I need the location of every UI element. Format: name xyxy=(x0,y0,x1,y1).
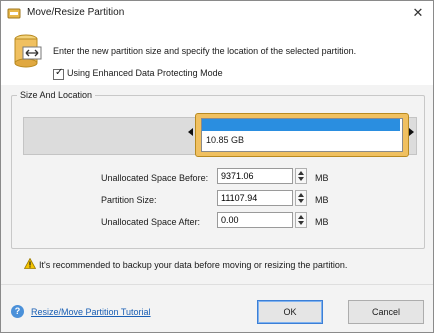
tutorial-link[interactable]: Resize/Move Partition Tutorial xyxy=(31,307,151,317)
instruction-text: Enter the new partition size and specify… xyxy=(53,46,357,56)
group-title: Size And Location xyxy=(17,90,96,100)
unallocated-before-input[interactable] xyxy=(217,168,293,184)
partition-used-fill xyxy=(202,119,400,131)
unallocated-before-label: Unallocated Space Before: xyxy=(101,173,209,183)
spin-down-icon[interactable] xyxy=(298,199,304,203)
partition-size-label-text: Partition Size: xyxy=(101,195,157,205)
close-icon[interactable]: ✕ xyxy=(409,4,427,22)
spin-up-icon[interactable] xyxy=(298,171,304,175)
left-handle-icon[interactable] xyxy=(188,128,193,136)
unallocated-before-stepper[interactable] xyxy=(295,168,307,184)
unallocated-before-unit: MB xyxy=(315,173,329,183)
right-handle-icon[interactable] xyxy=(409,128,414,136)
window-title: Move/Resize Partition xyxy=(27,7,125,18)
move-resize-dialog: Move/Resize Partition ✕ Enter the new pa… xyxy=(0,0,434,333)
unallocated-after-stepper[interactable] xyxy=(295,212,307,228)
backup-warning-text: It's recommended to backup your data bef… xyxy=(39,260,348,270)
spin-down-icon[interactable] xyxy=(298,221,304,225)
partition-size-label: 10.85 GB xyxy=(206,135,245,145)
warning-icon xyxy=(24,258,36,269)
unallocated-after-label: Unallocated Space After: xyxy=(101,217,201,227)
partition-size-unit: MB xyxy=(315,195,329,205)
title-bar: Move/Resize Partition ✕ xyxy=(1,1,433,25)
ok-button[interactable]: OK xyxy=(257,300,323,324)
spin-up-icon[interactable] xyxy=(298,215,304,219)
spin-up-icon[interactable] xyxy=(298,193,304,197)
app-icon xyxy=(7,8,21,19)
cancel-button[interactable]: Cancel xyxy=(348,300,424,324)
partition-size-input[interactable] xyxy=(217,190,293,206)
spin-down-icon[interactable] xyxy=(298,177,304,181)
data-protect-label[interactable]: Using Enhanced Data Protecting Mode xyxy=(67,68,223,78)
footer-divider xyxy=(1,284,433,285)
header-area: Enter the new partition size and specify… xyxy=(1,25,433,85)
help-icon[interactable]: ? xyxy=(11,305,24,318)
partition-size-stepper[interactable] xyxy=(295,190,307,206)
unallocated-after-input[interactable] xyxy=(217,212,293,228)
data-protect-checkbox[interactable]: ✓ xyxy=(53,67,64,80)
disk-resize-icon xyxy=(14,34,42,68)
checkbox-tick-icon: ✓ xyxy=(55,67,64,78)
unallocated-after-unit: MB xyxy=(315,217,329,227)
